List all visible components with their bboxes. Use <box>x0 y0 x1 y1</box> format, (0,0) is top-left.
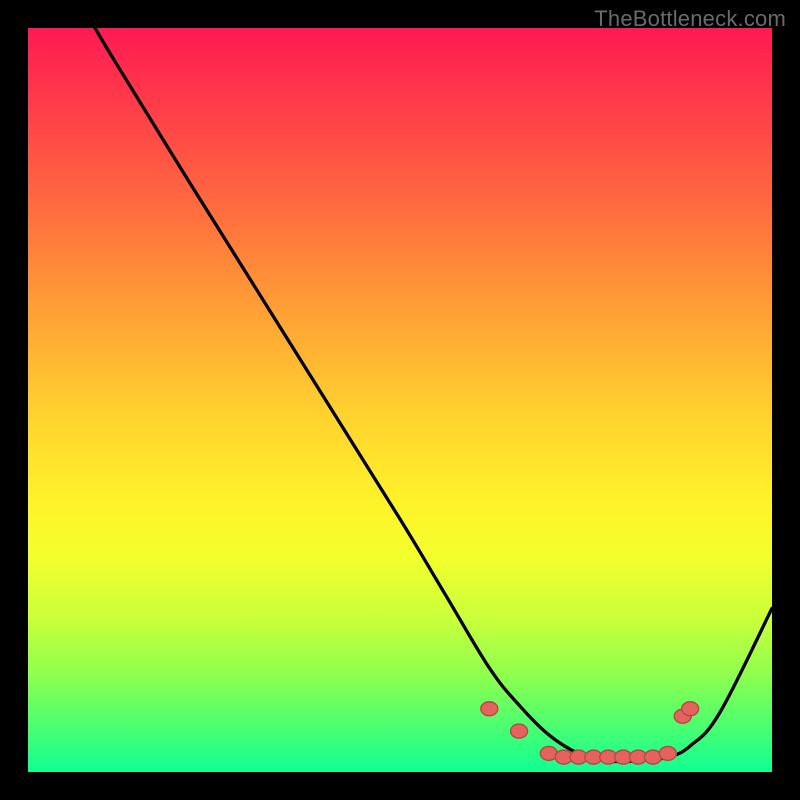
bottleneck-curve-svg <box>28 28 772 772</box>
curve-marker <box>659 746 676 760</box>
watermark-text: TheBottleneck.com <box>594 6 786 32</box>
curve-marker <box>511 724 528 738</box>
plot-area <box>28 28 772 772</box>
curve-markers <box>481 702 699 764</box>
curve-marker <box>481 702 498 716</box>
bottleneck-curve-path <box>95 28 772 762</box>
chart-frame: TheBottleneck.com <box>0 0 800 800</box>
curve-marker <box>682 702 699 716</box>
